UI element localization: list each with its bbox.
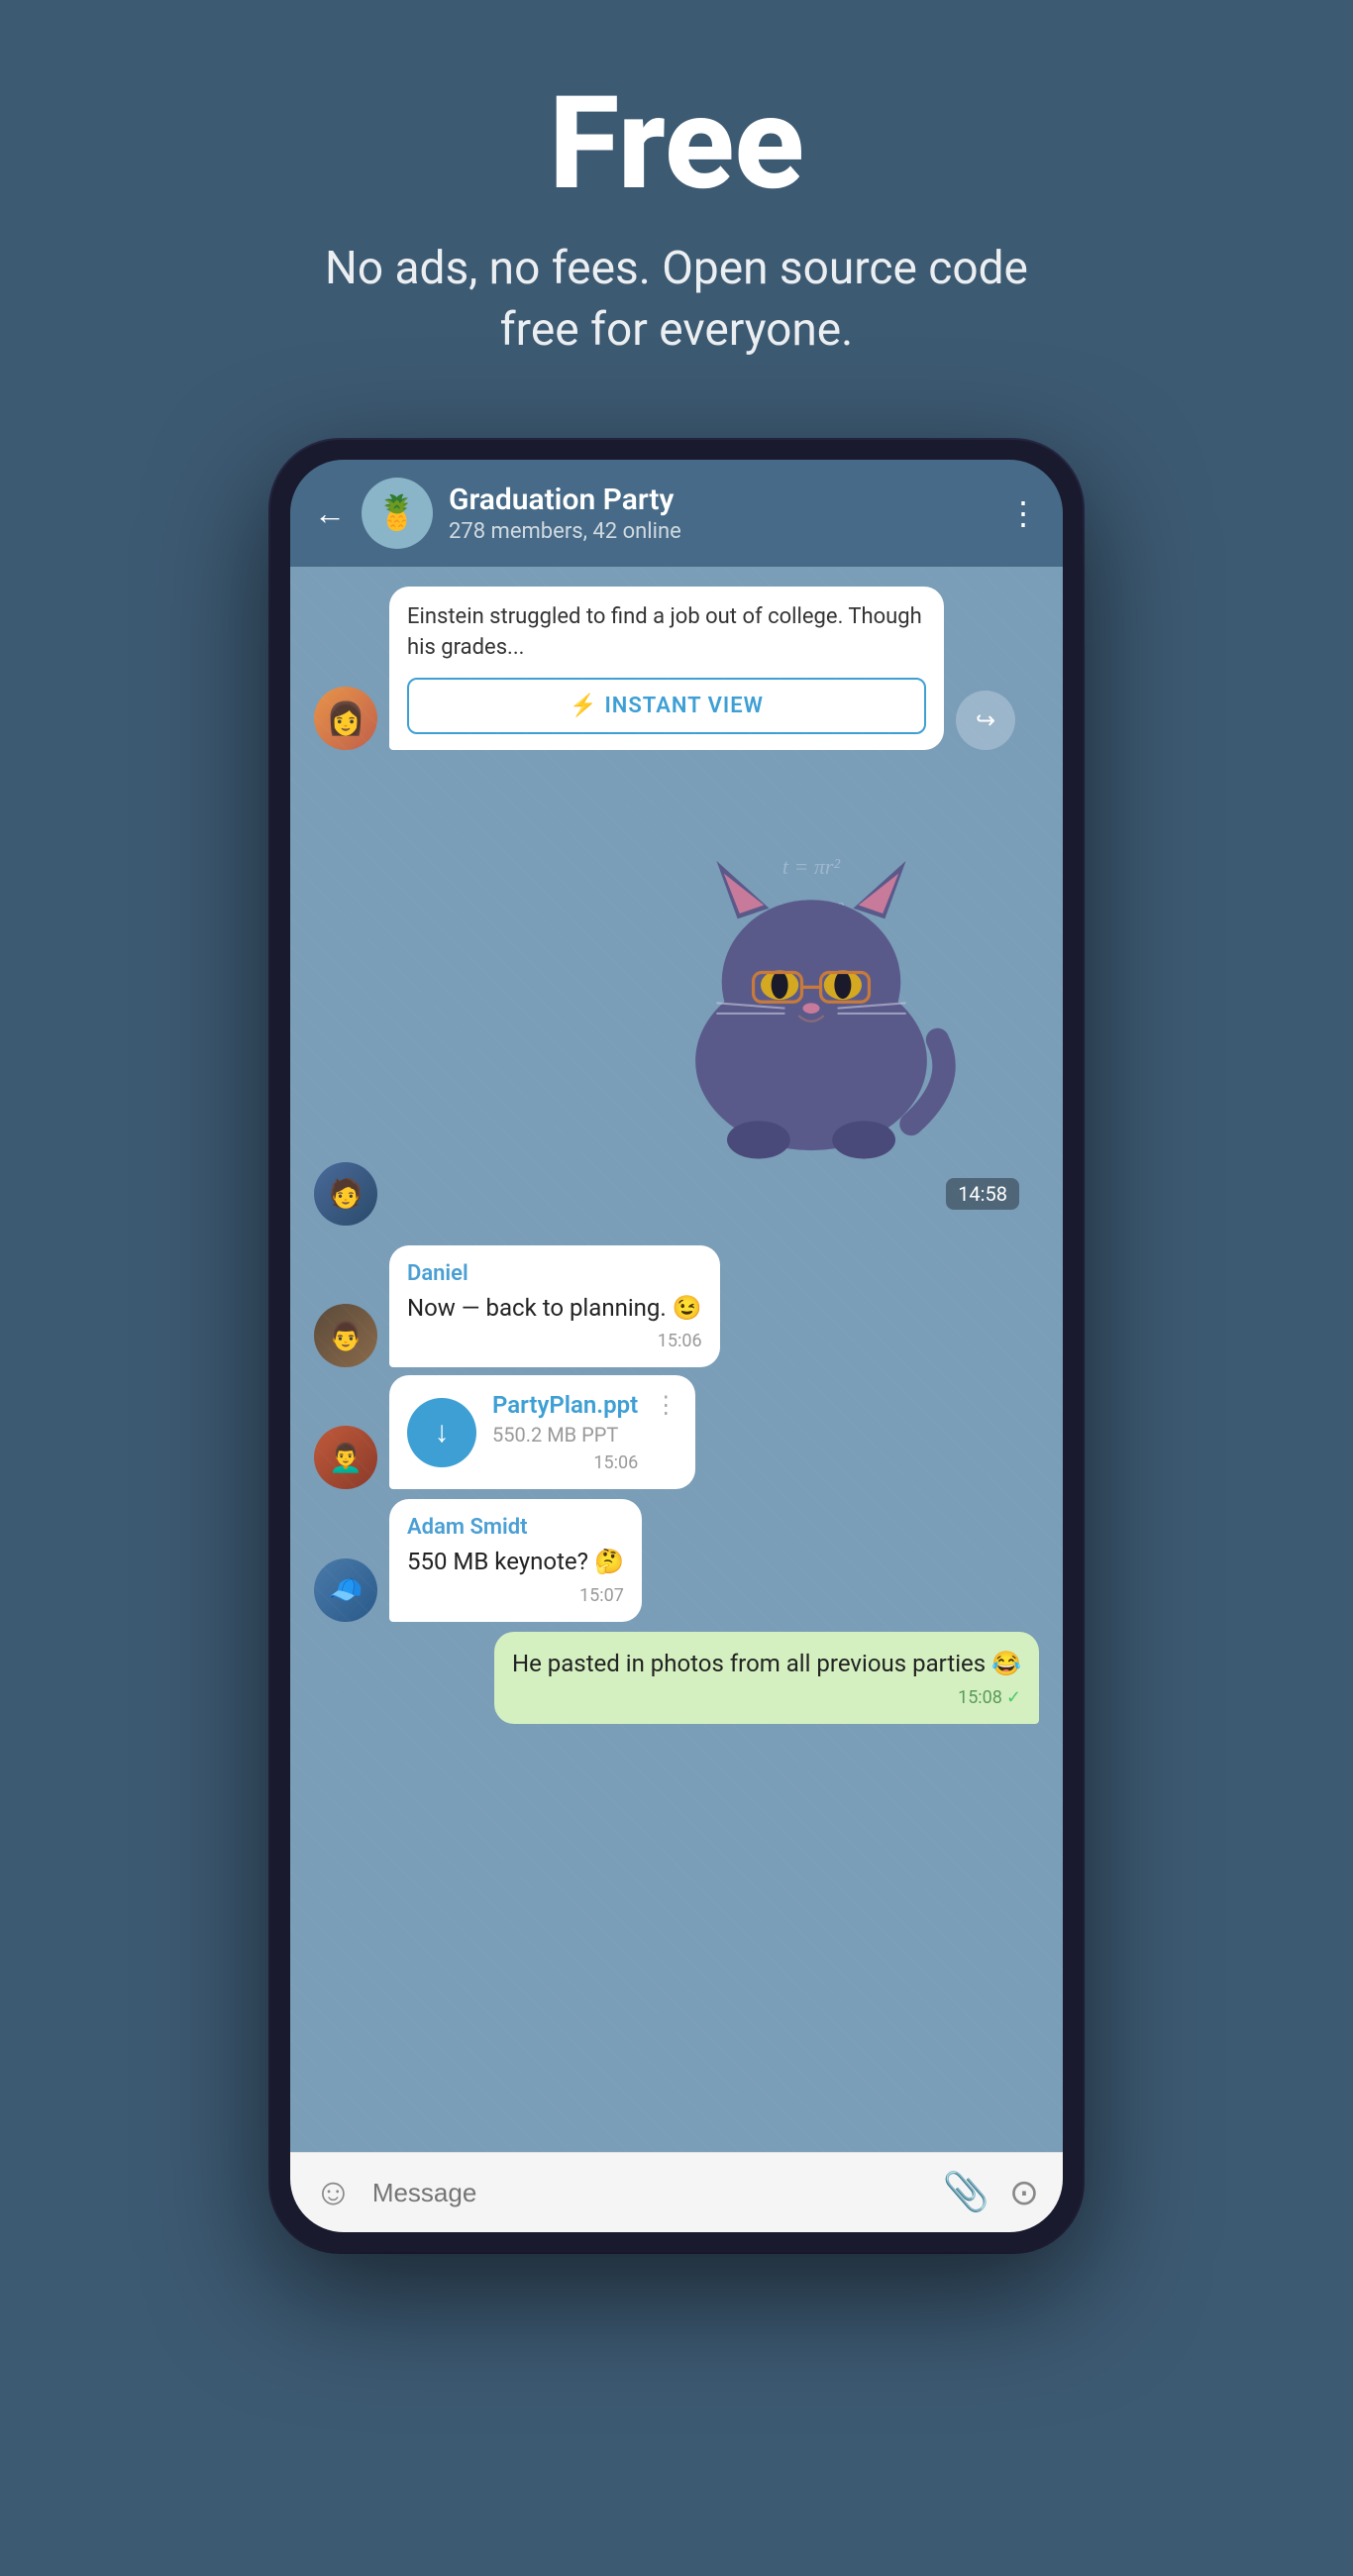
share-icon: ↪	[976, 706, 995, 734]
avatar-file-sender: 👨‍🦱	[314, 1426, 377, 1489]
time-daniel: 15:06	[407, 1331, 702, 1351]
file-menu-button[interactable]: ⋮	[654, 1391, 677, 1419]
group-avatar-emoji: 🍍	[376, 493, 418, 533]
chat-menu-button[interactable]: ⋮	[1007, 494, 1039, 532]
checkmark-icon: ✓	[1006, 1687, 1021, 1708]
cat-svg	[653, 829, 970, 1166]
message-row-daniel: 👨 Daniel Now — back to planning. 😉 15:06	[314, 1245, 1039, 1368]
hero-subtitle: No ads, no fees. Open source code free f…	[300, 238, 1053, 361]
avatar-adam: 🧢	[314, 1558, 377, 1622]
message-row-file: 👨‍🦱 ↓ PartyPlan.ppt 550.2 MB PPT 15:06 ⋮	[314, 1375, 1039, 1489]
file-name: PartyPlan.ppt	[492, 1391, 638, 1419]
avatar-user1: 👩	[314, 687, 377, 750]
share-button[interactable]: ↪	[956, 691, 1015, 750]
outgoing-time-value: 15:08	[958, 1687, 1002, 1708]
text-adam: 550 MB keynote? 🤔	[407, 1546, 624, 1579]
text-daniel: Now — back to planning. 😉	[407, 1292, 702, 1326]
file-download-button[interactable]: ↓	[407, 1398, 476, 1467]
download-icon: ↓	[435, 1415, 450, 1449]
sticker-sender-avatar: 🧑	[314, 1162, 377, 1226]
camera-button[interactable]: ⊙	[1009, 2172, 1039, 2213]
sender-adam: Adam Smidt	[407, 1515, 624, 1540]
instant-view-text: Einstein struggled to find a job out of …	[407, 602, 926, 664]
file-info: PartyPlan.ppt 550.2 MB PPT 15:06	[492, 1391, 638, 1473]
message-input[interactable]	[372, 2178, 923, 2208]
file-time: 15:06	[492, 1452, 638, 1473]
emoji-button[interactable]: ☺	[314, 2171, 353, 2214]
instant-view-button[interactable]: ⚡ INSTANT VIEW	[407, 678, 926, 734]
chat-name: Graduation Party	[449, 483, 991, 517]
chat-body: 👩 Einstein struggled to find a job out o…	[290, 567, 1063, 2152]
time-outgoing: 15:08 ✓	[512, 1687, 1021, 1708]
input-bar: ☺ 📎 ⊙	[290, 2152, 1063, 2232]
message-row-adam: 🧢 Adam Smidt 550 MB keynote? 🤔 15:07	[314, 1499, 1039, 1622]
hero-title: Free	[40, 79, 1313, 208]
message-row-instant-view: 👩 Einstein struggled to find a job out o…	[314, 587, 1039, 750]
chat-header: ← 🍍 Graduation Party 278 members, 42 onl…	[290, 460, 1063, 567]
group-avatar: 🍍	[362, 478, 433, 549]
file-size: 550.2 MB PPT	[492, 1423, 638, 1447]
bubble-adam: Adam Smidt 550 MB keynote? 🤔 15:07	[389, 1499, 642, 1622]
time-adam: 15:07	[407, 1585, 624, 1606]
bubble-outgoing: He pasted in photos from all previous pa…	[494, 1632, 1039, 1724]
instant-view-bubble: Einstein struggled to find a job out of …	[389, 587, 944, 750]
back-button[interactable]: ←	[314, 494, 346, 532]
text-outgoing: He pasted in photos from all previous pa…	[512, 1648, 1021, 1681]
sticker-row: t = πr² A = πr² V = l³ P = 2πr A = πr² s…	[314, 770, 1039, 1226]
cat-sticker	[583, 770, 1039, 1226]
sticker-container: t = πr² A = πr² V = l³ P = 2πr A = πr² s…	[583, 770, 1039, 1226]
instant-view-btn-label: INSTANT VIEW	[604, 694, 764, 718]
sticker-time: 14:58	[946, 1178, 1019, 1210]
phone-inner: ← 🍍 Graduation Party 278 members, 42 onl…	[290, 460, 1063, 2232]
sender-daniel: Daniel	[407, 1261, 702, 1286]
phone-wrapper: ← 🍍 Graduation Party 278 members, 42 onl…	[270, 440, 1083, 2252]
attach-button[interactable]: 📎	[943, 2171, 989, 2214]
file-bubble: ↓ PartyPlan.ppt 550.2 MB PPT 15:06 ⋮	[389, 1375, 695, 1489]
phone-outer: ← 🍍 Graduation Party 278 members, 42 onl…	[270, 440, 1083, 2252]
chat-subtitle: 278 members, 42 online	[449, 519, 991, 544]
message-row-outgoing: He pasted in photos from all previous pa…	[314, 1632, 1039, 1724]
hero-section: Free No ads, no fees. Open source code f…	[0, 0, 1353, 420]
bubble-daniel: Daniel Now — back to planning. 😉 15:06	[389, 1245, 720, 1368]
header-info: Graduation Party 278 members, 42 online	[449, 483, 991, 544]
lightning-icon: ⚡	[570, 694, 596, 718]
avatar-daniel: 👨	[314, 1304, 377, 1367]
